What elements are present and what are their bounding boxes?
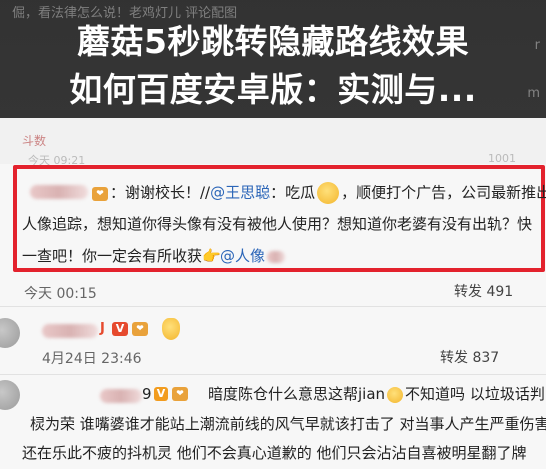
commenter-badge-digit: 9: [142, 385, 152, 403]
mention-renxiang[interactable]: @人像: [220, 247, 265, 265]
ear-emoji-icon: [162, 318, 180, 340]
avatar-2[interactable]: [0, 380, 20, 410]
overlay-background-text: 倔，看法律怎么说！老鸡灯儿 评论配图: [12, 6, 238, 21]
verified-badge-icon: V: [112, 322, 128, 336]
eat-melon-emoji-icon: [317, 182, 340, 204]
title-overlay: 倔，看法律怎么说！老鸡灯儿 评论配图 蘑菇5秒跳转隐藏路线效果 如何百度安卓版：…: [0, 0, 546, 118]
ghost-count: 1001: [488, 152, 516, 165]
vip-badge-icon-2: ❤: [132, 322, 148, 336]
comment-line-1-rest: ，顺便打个广告，公司最新推出: [341, 183, 546, 202]
overlay-ghost-right-2: m: [527, 86, 540, 101]
vip-badge-icon-3: ❤: [172, 387, 188, 401]
comment-line-2: 人像追踪，想知道你得头像有没有被他人使用？想知道你老婆有没有出轨？快: [22, 215, 533, 233]
repost-count-2[interactable]: 转发 837: [440, 347, 499, 367]
comment-line-3: 一查吧！你一定会有所收获👉@人像: [22, 246, 286, 266]
comment3-line-1: 暗度陈仓什么意思这帮jian 不知道吗 以垃圾话判: [208, 384, 545, 404]
verified-badge-icon-2: V: [154, 387, 168, 401]
avatar[interactable]: [0, 318, 20, 348]
mention-wangsicong[interactable]: @王思聪: [210, 184, 270, 202]
comment3-line-2: 棂为荣 谁嘴婆谁才能站上潮流前线的风气早就该打击了 对当事人产生严重伤害: [30, 415, 546, 433]
repost-count[interactable]: 转发 491: [454, 281, 513, 301]
comment-time: 今天 00:15: [24, 286, 97, 302]
comment3-line-1-text: 暗度陈仓什么意思这帮jian: [208, 385, 386, 403]
commenter-name-suffix: J: [100, 321, 105, 336]
mention-blur: [267, 250, 286, 263]
point-hand-emoji-icon: 👉: [202, 247, 221, 265]
commenter-name-blurred[interactable]: [30, 185, 88, 199]
comment3-line-3: 还在乐此不疲的抖机灵 他们不会真心道歉的 他们只会沾沾自喜被明星翻了牌: [22, 444, 527, 462]
emoji-icon: [387, 386, 404, 403]
vip-badge-icon: ❤: [92, 187, 108, 201]
overlay-ghost-right-1: r: [534, 38, 540, 53]
comment-time-2: 4月24日 23:46: [42, 351, 142, 367]
overlay-title-line-2: 如何百度安卓版：实测与...: [69, 70, 477, 109]
overlay-title-line-1: 蘑菇5秒跳转隐藏路线效果: [77, 22, 469, 61]
commenter-name-blurred-2[interactable]: [42, 324, 98, 338]
divider-2: [0, 374, 546, 375]
comment-line-1-prefix: ：谢谢校长！//: [110, 183, 211, 202]
comment3-line-1-text2: 不知道吗 以垃圾话判: [405, 385, 545, 403]
divider-1: [0, 306, 546, 307]
comment-line-1: ：谢谢校长！//@王思聪：吃瓜 ，顺便打个广告，公司最新推出: [110, 182, 546, 204]
comment-panel: 斗数 今天 09:21 1001 ❤ ：谢谢校长！//@王思聪：吃瓜 ，顺便打个广…: [0, 118, 546, 469]
comment-line-3-prefix: 一查吧！你一定会有所收获: [22, 247, 203, 265]
commenter-name-blurred-3[interactable]: [100, 389, 142, 403]
tab-label[interactable]: 斗数: [22, 132, 46, 149]
comment-line-1-suffix: ：吃瓜: [270, 183, 316, 202]
